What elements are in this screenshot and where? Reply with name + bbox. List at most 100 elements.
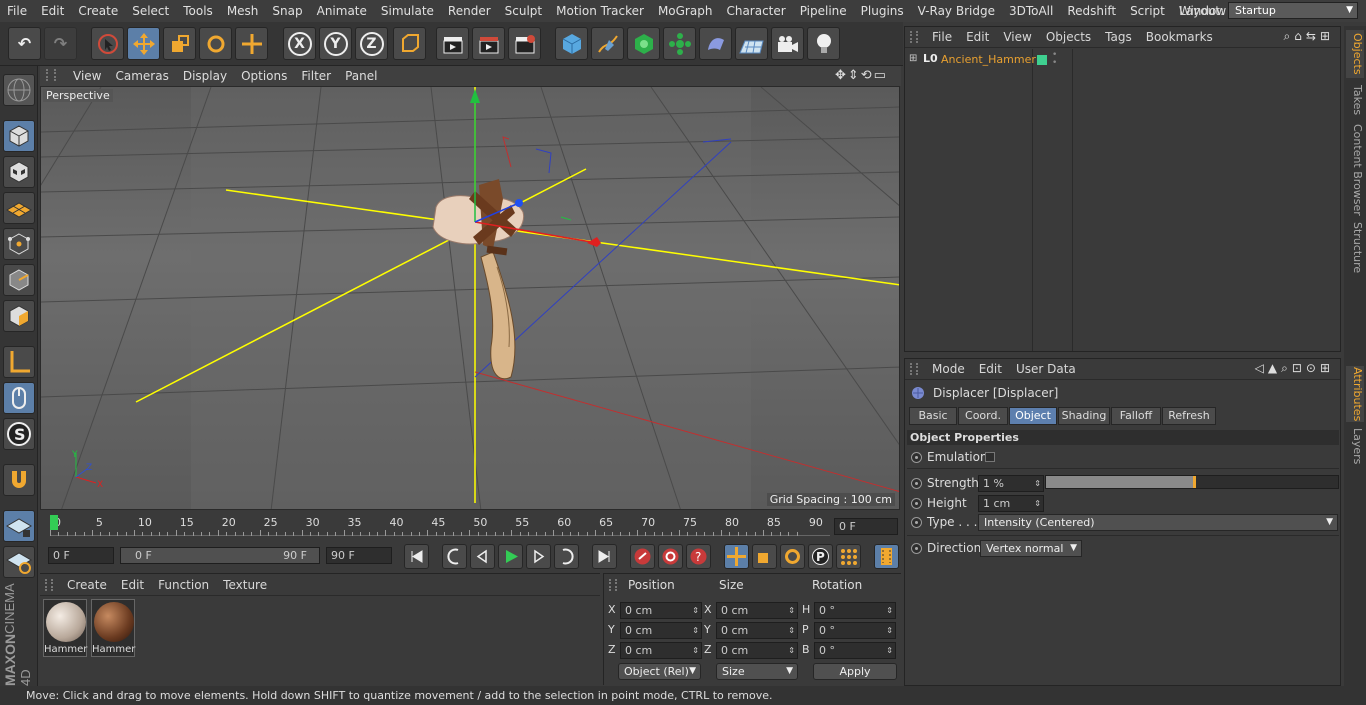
cube-primitive-button[interactable] <box>555 27 588 60</box>
z-axis-lock-button[interactable]: Z <box>355 27 388 60</box>
texture-mode-button[interactable] <box>3 156 35 188</box>
coord-size-dropdown[interactable]: Size ▼ <box>716 663 798 680</box>
side-tab-content-browser[interactable]: Content Browser <box>1346 122 1364 218</box>
object-manager-nav-icons[interactable]: ⌕⌂⇆⊞ <box>1284 29 1334 44</box>
strength-anim-radio[interactable] <box>911 478 922 489</box>
coord-size-field[interactable]: 0 cm ⇕ <box>716 622 798 639</box>
model-mode-button[interactable] <box>3 120 35 152</box>
render-picture-viewer-button[interactable] <box>472 27 505 60</box>
camera-button[interactable] <box>771 27 804 60</box>
workplane-mode-button[interactable] <box>3 192 35 224</box>
menu-sculpt[interactable]: Sculpt <box>498 0 549 22</box>
coord-mode-dropdown[interactable]: Object (Rel) ▼ <box>618 663 701 680</box>
current-frame-field[interactable]: 0 F <box>834 518 898 535</box>
transform-tool-button[interactable] <box>235 27 268 60</box>
tweak-mode-button[interactable] <box>3 382 35 414</box>
apply-button[interactable]: Apply <box>813 663 897 680</box>
object-row[interactable]: ⊞ L0 Ancient_Hammer • • <box>905 51 1340 69</box>
attribute-menu-user-data[interactable]: User Data <box>1009 362 1083 376</box>
menu-tools[interactable]: Tools <box>176 0 220 22</box>
menu-3dtoall[interactable]: 3DToAll <box>1002 0 1060 22</box>
tab-refresh[interactable]: Refresh <box>1162 407 1216 425</box>
render-settings-button[interactable] <box>508 27 541 60</box>
spline-pen-button[interactable] <box>591 27 624 60</box>
redo-button[interactable]: ↷ <box>44 27 77 60</box>
floor-button[interactable] <box>735 27 768 60</box>
keyframe-selection-button[interactable]: ? <box>686 544 711 569</box>
tab-object[interactable]: Object <box>1009 407 1057 425</box>
subdivision-surface-button[interactable] <box>627 27 660 60</box>
make-editable-button[interactable] <box>3 74 35 106</box>
undo-button[interactable]: ↶ <box>8 27 41 60</box>
record-keys-button[interactable] <box>630 544 655 569</box>
point-level-animation-button[interactable] <box>836 544 861 569</box>
tab-shading[interactable]: Shading <box>1058 407 1110 425</box>
preview-range-slider[interactable]: 0 F 90 F <box>120 547 320 564</box>
viewport-menu-options[interactable]: Options <box>234 69 294 83</box>
coord-rot-field[interactable]: 0 ° ⇕ <box>814 642 896 659</box>
object-menu-objects[interactable]: Objects <box>1039 30 1098 44</box>
menu-pipeline[interactable]: Pipeline <box>793 0 854 22</box>
attribute-menu-mode[interactable]: Mode <box>925 362 972 376</box>
material-menu-texture[interactable]: Texture <box>216 578 274 592</box>
menu-snap[interactable]: Snap <box>265 0 309 22</box>
coord-size-field[interactable]: 0 cm ⇕ <box>716 642 798 659</box>
coordinate-system-button[interactable] <box>393 27 426 60</box>
rotate-tool-button[interactable] <box>199 27 232 60</box>
menu-v-ray-bridge[interactable]: V-Ray Bridge <box>911 0 1002 22</box>
type-dropdown[interactable]: Intensity (Centered) ▼ <box>978 514 1338 531</box>
direction-anim-radio[interactable] <box>911 543 922 554</box>
viewport-menu-display[interactable]: Display <box>176 69 234 83</box>
menu-redshift[interactable]: Redshift <box>1060 0 1123 22</box>
perspective-viewport[interactable]: Y X Z Perspective Grid Spacing : 100 cm <box>40 86 900 510</box>
menu-plugins[interactable]: Plugins <box>854 0 911 22</box>
points-mode-button[interactable] <box>3 228 35 260</box>
menu-mesh[interactable]: Mesh <box>220 0 266 22</box>
object-menu-edit[interactable]: Edit <box>959 30 996 44</box>
menu-animate[interactable]: Animate <box>310 0 374 22</box>
object-menu-tags[interactable]: Tags <box>1098 30 1139 44</box>
height-anim-radio[interactable] <box>911 498 922 509</box>
menu-create[interactable]: Create <box>71 0 125 22</box>
playhead[interactable] <box>50 515 58 530</box>
viewport-menu-cameras[interactable]: Cameras <box>108 69 175 83</box>
tab-falloff[interactable]: Falloff <box>1111 407 1161 425</box>
object-menu-file[interactable]: File <box>925 30 959 44</box>
timeline-window-button[interactable] <box>874 544 899 569</box>
render-view-button[interactable] <box>436 27 469 60</box>
material-menu-create[interactable]: Create <box>60 578 114 592</box>
side-tab-objects[interactable]: Objects <box>1346 30 1364 78</box>
strength-slider[interactable] <box>1045 475 1339 489</box>
menu-select[interactable]: Select <box>125 0 176 22</box>
deformer-button[interactable] <box>699 27 732 60</box>
polygons-mode-button[interactable] <box>3 300 35 332</box>
go-to-end-button[interactable] <box>592 544 617 569</box>
type-anim-radio[interactable] <box>911 517 922 528</box>
material-menu-edit[interactable]: Edit <box>114 578 151 592</box>
end-frame-field[interactable]: 90 F <box>326 547 392 564</box>
viewport-menu-filter[interactable]: Filter <box>294 69 338 83</box>
axis-mode-button[interactable] <box>3 346 35 378</box>
snap-button[interactable]: S <box>3 418 35 450</box>
previous-key-button[interactable] <box>442 544 467 569</box>
object-menu-bookmarks[interactable]: Bookmarks <box>1139 30 1220 44</box>
timeline-ruler[interactable]: 051015202530354045505560657075808590 0 F <box>40 512 901 540</box>
start-frame-field[interactable]: 0 F <box>48 547 114 564</box>
scale-tool-button[interactable] <box>163 27 196 60</box>
menu-script[interactable]: Script <box>1123 0 1172 22</box>
attribute-nav-icons[interactable]: ◁▲⌕⊡⊙⊞ <box>1255 361 1334 376</box>
menu-render[interactable]: Render <box>441 0 498 22</box>
object-menu-view[interactable]: View <box>996 30 1038 44</box>
coord-pos-field[interactable]: 0 cm ⇕ <box>620 642 702 659</box>
edges-mode-button[interactable] <box>3 264 35 296</box>
layer-color-icon[interactable] <box>1037 55 1047 65</box>
locked-workplane-button[interactable] <box>3 510 35 542</box>
emulation-checkbox[interactable] <box>985 452 995 462</box>
menu-simulate[interactable]: Simulate <box>374 0 441 22</box>
menu-edit[interactable]: Edit <box>34 0 71 22</box>
coord-pos-field[interactable]: 0 cm ⇕ <box>620 622 702 639</box>
side-tab-layers[interactable]: Layers <box>1346 428 1364 464</box>
coord-rot-field[interactable]: 0 ° ⇕ <box>814 622 896 639</box>
direction-dropdown[interactable]: Vertex normal ▼ <box>980 540 1082 557</box>
magnet-button[interactable] <box>3 464 35 496</box>
